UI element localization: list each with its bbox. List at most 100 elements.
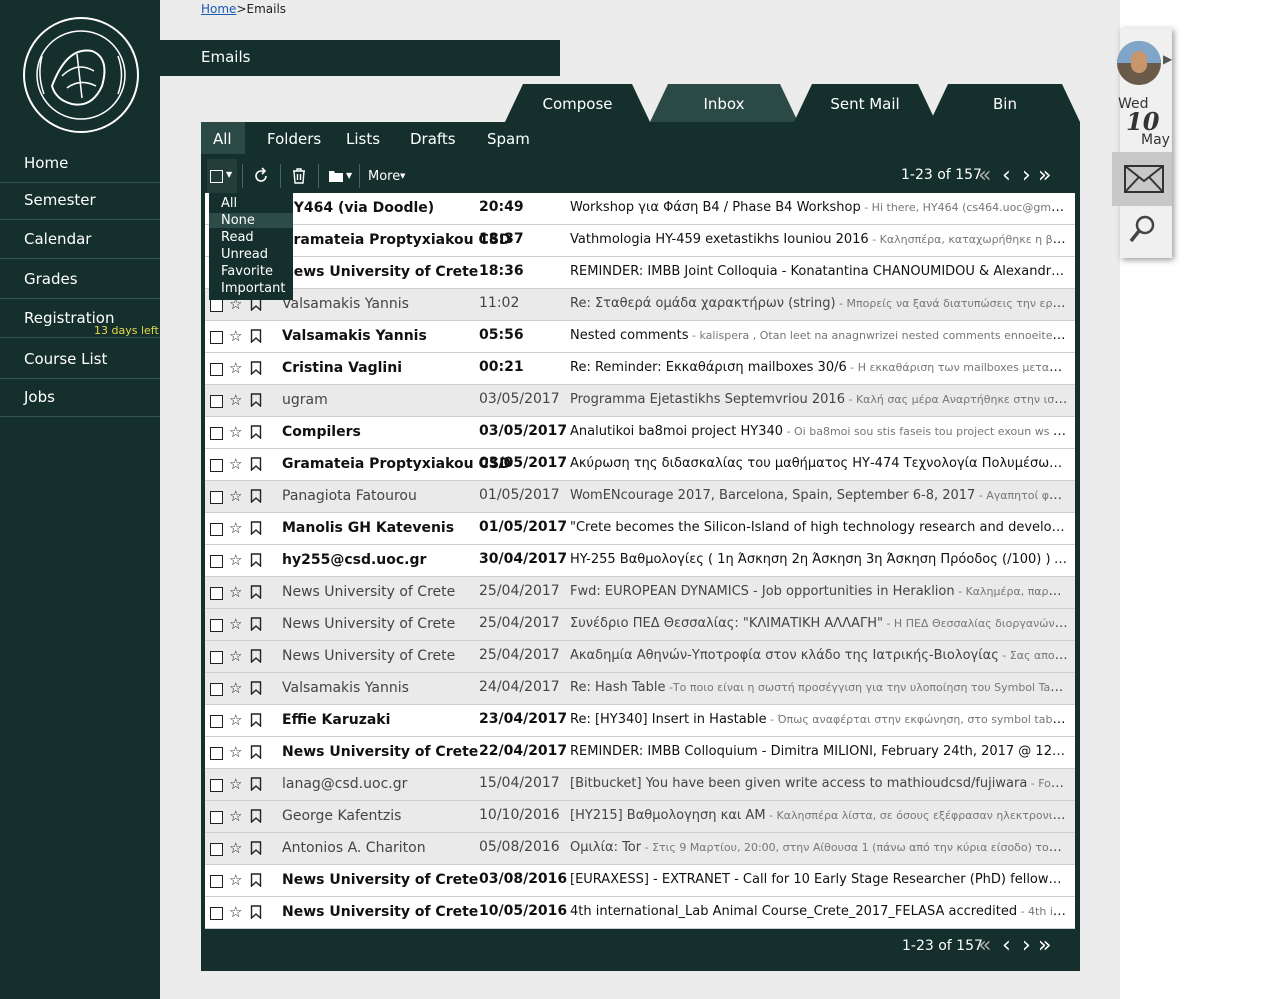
row-checkbox[interactable] [210, 363, 223, 376]
email-row[interactable]: ☆ Manolis GH Katevenis 01/05/2017 "Crete be… [205, 513, 1075, 545]
subtab-lists[interactable]: Lists [332, 122, 388, 154]
sidebar-item-jobs[interactable]: Jobs [0, 379, 160, 417]
star-icon[interactable]: ☆ [229, 903, 242, 921]
bookmark-icon[interactable] [250, 553, 262, 567]
star-icon[interactable]: ☆ [229, 711, 242, 729]
star-icon[interactable]: ☆ [229, 871, 242, 889]
select-option-unread[interactable]: Unread [221, 247, 268, 262]
row-checkbox[interactable] [210, 619, 223, 632]
email-row[interactable]: ☆ News University of Crete 03/08/2016 [EURA… [205, 865, 1075, 897]
tab-inbox[interactable]: Inbox [650, 84, 798, 122]
bookmark-icon[interactable] [250, 361, 262, 375]
email-row[interactable]: ☆ Valsamakis Yannis 24/04/2017 Re: Hash Tab… [205, 673, 1075, 705]
row-checkbox[interactable] [210, 779, 223, 792]
row-checkbox[interactable] [210, 811, 223, 824]
star-icon[interactable]: ☆ [229, 775, 242, 793]
bookmark-icon[interactable] [250, 777, 262, 791]
star-icon[interactable]: ☆ [229, 423, 242, 441]
email-row[interactable]: ☆ Effie Karuzaki 23/04/2017 Re: [HY340] Ins… [205, 705, 1075, 737]
prev-page-icon[interactable]: ‹ [1002, 165, 1011, 187]
select-option-all[interactable]: All [221, 196, 237, 211]
star-icon[interactable]: ☆ [229, 327, 242, 345]
email-row[interactable]: ☆ Gramateia Proptyxiakou CSD 03/05/2017 Ακύ… [205, 449, 1075, 481]
bookmark-icon[interactable] [250, 425, 262, 439]
subtab-spam[interactable]: Spam [473, 122, 535, 154]
email-row[interactable]: ☆ Panagiota Fatourou 01/05/2017 WomENcourag… [205, 481, 1075, 513]
star-icon[interactable]: ☆ [229, 455, 242, 473]
star-icon[interactable]: ☆ [229, 743, 242, 761]
bookmark-icon[interactable] [250, 905, 262, 919]
row-checkbox[interactable] [210, 331, 223, 344]
email-row[interactable]: ☆ News University of Crete 25/04/2017 Fwd: … [205, 577, 1075, 609]
email-row[interactable]: ☆Gramateia Proptyxiakou CSD18:37Vathmolo… [205, 225, 1075, 257]
star-icon[interactable]: ☆ [229, 839, 242, 857]
bookmark-icon[interactable] [250, 521, 262, 535]
row-checkbox[interactable] [210, 523, 223, 536]
tab-bin[interactable]: Bin [930, 84, 1080, 122]
star-icon[interactable]: ☆ [229, 807, 242, 825]
sidebar-item-grades[interactable]: Grades [0, 261, 160, 299]
row-checkbox[interactable] [210, 459, 223, 472]
last-page-icon[interactable]: » [1038, 935, 1051, 957]
university-seal-logo[interactable] [22, 16, 140, 134]
email-row[interactable]: ☆ News University of Crete 25/04/2017 Ακαδη… [205, 641, 1075, 673]
email-row[interactable]: ☆ Valsamakis Yannis 05:56 Nested comments -… [205, 321, 1075, 353]
star-icon[interactable]: ☆ [229, 615, 242, 633]
email-row[interactable]: ☆ George Kafentzis 10/10/2016 [HY215] Βαθμο… [205, 801, 1075, 833]
bookmark-icon[interactable] [250, 617, 262, 631]
bookmark-icon[interactable] [250, 841, 262, 855]
row-checkbox[interactable] [210, 683, 223, 696]
tab-sent-mail[interactable]: Sent Mail [794, 84, 936, 122]
row-checkbox[interactable] [210, 651, 223, 664]
star-icon[interactable]: ☆ [229, 391, 242, 409]
delete-button[interactable] [287, 159, 311, 193]
bookmark-icon[interactable] [250, 489, 262, 503]
row-checkbox[interactable] [210, 747, 223, 760]
star-icon[interactable]: ☆ [229, 583, 242, 601]
sidebar-item-calendar[interactable]: Calendar [0, 221, 160, 259]
email-row[interactable]: ☆ lanag@csd.uoc.gr 15/04/2017 [Bitbucket] Y… [205, 769, 1075, 801]
email-row[interactable]: ☆ News University of Crete 22/04/2017 REMIN… [205, 737, 1075, 769]
email-row[interactable]: ☆ Valsamakis Yannis 11:02 Re: Σταθερά ομάδα… [205, 289, 1075, 321]
email-row[interactable]: ☆ Cristina Vaglini 00:21 Re: Reminder: Εκκα… [205, 353, 1075, 385]
bookmark-icon[interactable] [250, 649, 262, 663]
row-checkbox[interactable] [210, 491, 223, 504]
bookmark-icon[interactable] [250, 681, 262, 695]
sidebar-item-course-list[interactable]: Course List [0, 341, 160, 379]
bookmark-icon[interactable] [250, 393, 262, 407]
select-option-none[interactable]: None [209, 213, 293, 228]
sidebar-item-registration[interactable]: Registration 13 days left [0, 300, 160, 338]
sidebar-item-home[interactable]: Home [0, 145, 160, 183]
row-checkbox[interactable] [210, 555, 223, 568]
bookmark-icon[interactable] [250, 873, 262, 887]
subtab-drafts[interactable]: Drafts [396, 122, 466, 154]
first-page-icon[interactable]: « [978, 165, 991, 187]
select-checkbox-dropdown[interactable]: ▼ [207, 159, 237, 193]
email-row[interactable]: ☆ Antonios A. Chariton 05/08/2016 Ομιλία: T… [205, 833, 1075, 865]
prev-page-icon[interactable]: ‹ [1002, 935, 1011, 957]
select-option-important[interactable]: Important [221, 281, 285, 296]
select-option-favorite[interactable]: Favorite [221, 264, 273, 279]
row-checkbox[interactable] [210, 715, 223, 728]
more-menu-button[interactable]: More ▼ [367, 159, 411, 193]
first-page-icon[interactable]: « [978, 935, 991, 957]
star-icon[interactable]: ☆ [229, 519, 242, 537]
email-row[interactable]: ☆News University of Crete18:36REMINDER: … [205, 257, 1075, 289]
row-checkbox[interactable] [210, 299, 223, 312]
row-checkbox[interactable] [210, 907, 223, 920]
row-checkbox[interactable] [210, 587, 223, 600]
bookmark-icon[interactable] [250, 713, 262, 727]
star-icon[interactable]: ☆ [229, 679, 242, 697]
chevron-right-icon[interactable]: ▶ [1163, 52, 1172, 66]
bookmark-icon[interactable] [250, 809, 262, 823]
move-to-folder-button[interactable]: ▼ [325, 159, 355, 193]
bookmark-icon[interactable] [250, 329, 262, 343]
email-row[interactable]: ☆ ugram 03/05/2017 Programma Ejetastikhs Se… [205, 385, 1075, 417]
sidebar-item-semester[interactable]: Semester [0, 182, 160, 220]
row-checkbox[interactable] [210, 843, 223, 856]
bookmark-icon[interactable] [250, 745, 262, 759]
email-row[interactable]: ☆ News University of Crete 10/05/2016 4th i… [205, 897, 1075, 929]
email-row[interactable]: ☆ News University of Crete 25/04/2017 Συνέδ… [205, 609, 1075, 641]
email-row[interactable]: ☆HY464 (via Doodle)20:49Workshop για Φάσ… [205, 193, 1075, 225]
star-icon[interactable]: ☆ [229, 647, 242, 665]
